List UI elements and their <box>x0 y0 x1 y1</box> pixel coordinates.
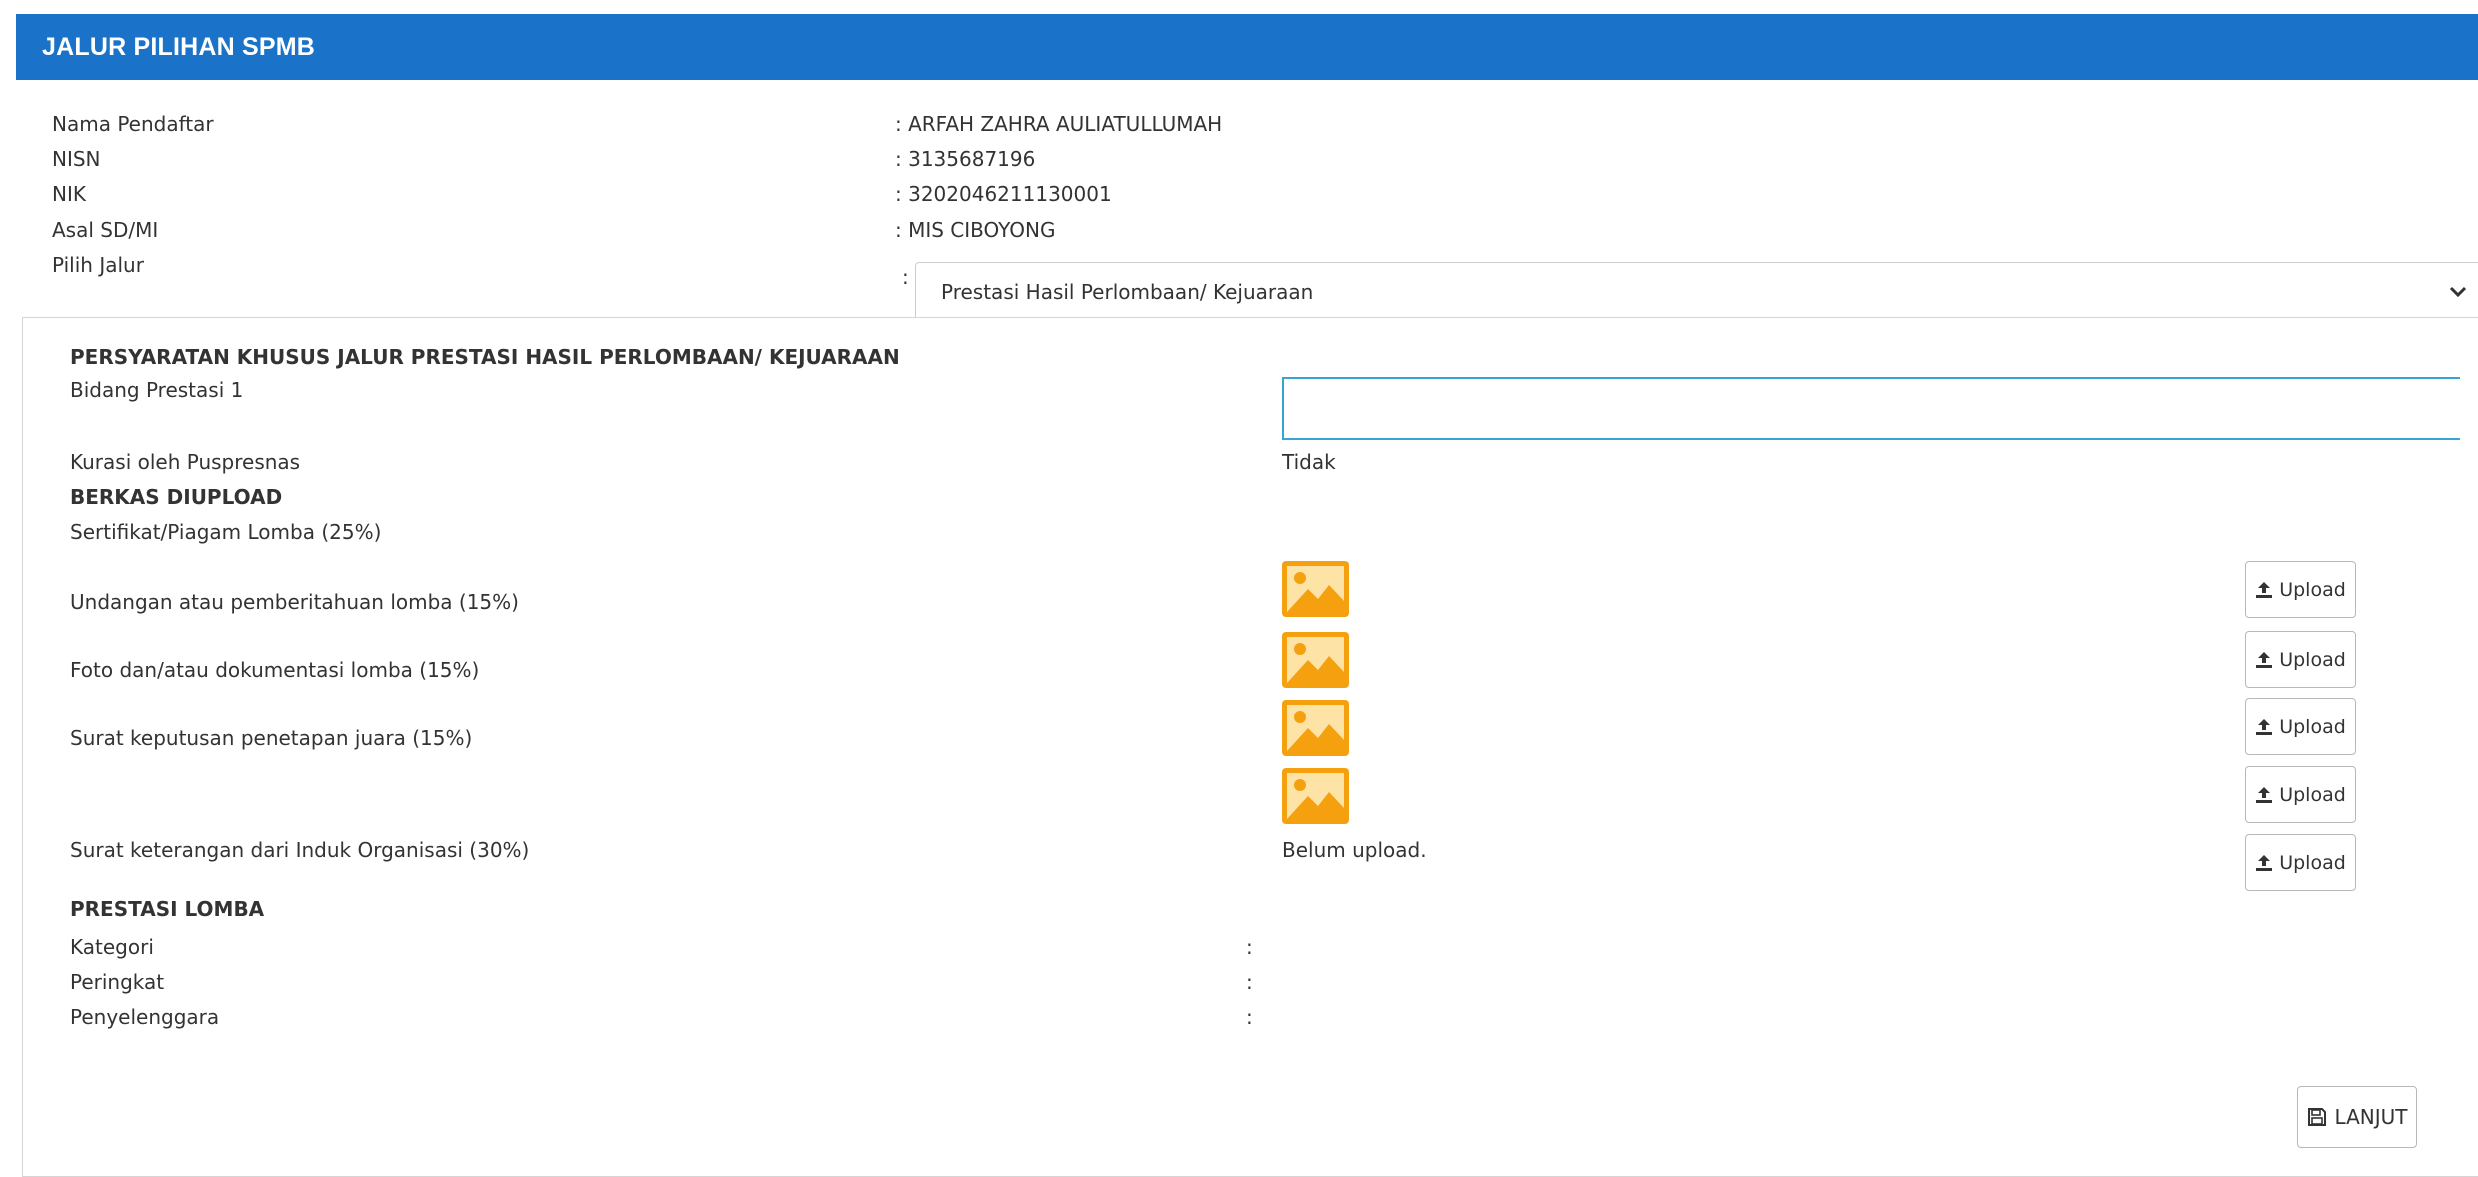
upload-button-foto[interactable]: Upload <box>2245 698 2356 755</box>
upload-icon <box>2256 651 2273 668</box>
nisn-label: NISN <box>52 147 101 171</box>
upload-label: Upload <box>2279 578 2346 601</box>
kategori-value: : <box>1246 935 1253 959</box>
nisn-value: : 3135687196 <box>895 147 1036 171</box>
page-title: JALUR PILIHAN SPMB <box>42 33 316 61</box>
chevron-down-icon <box>2449 286 2467 298</box>
file-label-surat-keputusan: Surat keputusan penetapan juara (15%) <box>70 726 473 750</box>
upload-label: Upload <box>2279 715 2346 738</box>
image-thumbnail-icon[interactable] <box>1282 561 1349 617</box>
upload-button-undangan[interactable]: Upload <box>2245 631 2356 688</box>
upload-button-surat-keterangan[interactable]: Upload <box>2245 834 2356 891</box>
kategori-label: Kategori <box>70 935 154 959</box>
file-label-sertifikat: Sertifikat/Piagam Lomba (25%) <box>70 520 382 544</box>
upload-button-sertifikat[interactable]: Upload <box>2245 561 2356 618</box>
asal-sekolah-label: Asal SD/MI <box>52 218 159 242</box>
upload-icon <box>2256 581 2273 598</box>
berkas-heading: BERKAS DIUPLOAD <box>70 485 283 509</box>
image-thumbnail-icon[interactable] <box>1282 700 1349 756</box>
asal-sekolah-value: : MIS CIBOYONG <box>895 218 1056 242</box>
page-header: JALUR PILIHAN SPMB <box>16 14 2478 80</box>
peringkat-label: Peringkat <box>70 970 165 994</box>
file-label-surat-keterangan: Surat keterangan dari Induk Organisasi (… <box>70 838 530 862</box>
upload-label: Upload <box>2279 851 2346 874</box>
lanjut-button[interactable]: LANJUT <box>2297 1086 2417 1148</box>
upload-icon <box>2256 786 2273 803</box>
image-thumbnail-icon[interactable] <box>1282 768 1349 824</box>
file-label-foto: Foto dan/atau dokumentasi lomba (15%) <box>70 658 480 682</box>
upload-label: Upload <box>2279 648 2346 671</box>
upload-icon <box>2256 854 2273 871</box>
jalur-select-value: Prestasi Hasil Perlombaan/ Kejuaraan <box>941 280 1314 304</box>
kurasi-value: Tidak <box>1282 450 1336 474</box>
pilih-jalur-colon: : <box>902 265 909 289</box>
peringkat-value: : <box>1246 970 1253 994</box>
file-label-undangan: Undangan atau pemberitahuan lomba (15%) <box>70 590 519 614</box>
upload-label: Upload <box>2279 783 2346 806</box>
bidang-prestasi-label: Bidang Prestasi 1 <box>70 378 244 402</box>
nama-label: Nama Pendaftar <box>52 112 214 136</box>
nik-label: NIK <box>52 182 86 206</box>
lanjut-label: LANJUT <box>2334 1105 2408 1129</box>
image-thumbnail-icon[interactable] <box>1282 632 1349 688</box>
bidang-prestasi-input[interactable] <box>1282 377 2460 440</box>
nik-value: : 3202046211130001 <box>895 182 1112 206</box>
nama-value: : ARFAH ZAHRA AULIATULLUMAH <box>895 112 1223 136</box>
jalur-select[interactable]: Prestasi Hasil Perlombaan/ Kejuaraan <box>915 262 2478 322</box>
upload-button-surat-keputusan[interactable]: Upload <box>2245 766 2356 823</box>
requirements-heading: PERSYARATAN KHUSUS JALUR PRESTASI HASIL … <box>70 345 900 369</box>
penyelenggara-value: : <box>1246 1005 1253 1029</box>
prestasi-heading: PRESTASI LOMBA <box>70 897 265 921</box>
save-icon <box>2307 1108 2326 1126</box>
kurasi-label: Kurasi oleh Puspresnas <box>70 450 301 474</box>
penyelenggara-label: Penyelenggara <box>70 1005 220 1029</box>
file-status-surat-keterangan: Belum upload. <box>1282 838 1427 862</box>
pilih-jalur-label: Pilih Jalur <box>52 253 144 277</box>
upload-icon <box>2256 718 2273 735</box>
